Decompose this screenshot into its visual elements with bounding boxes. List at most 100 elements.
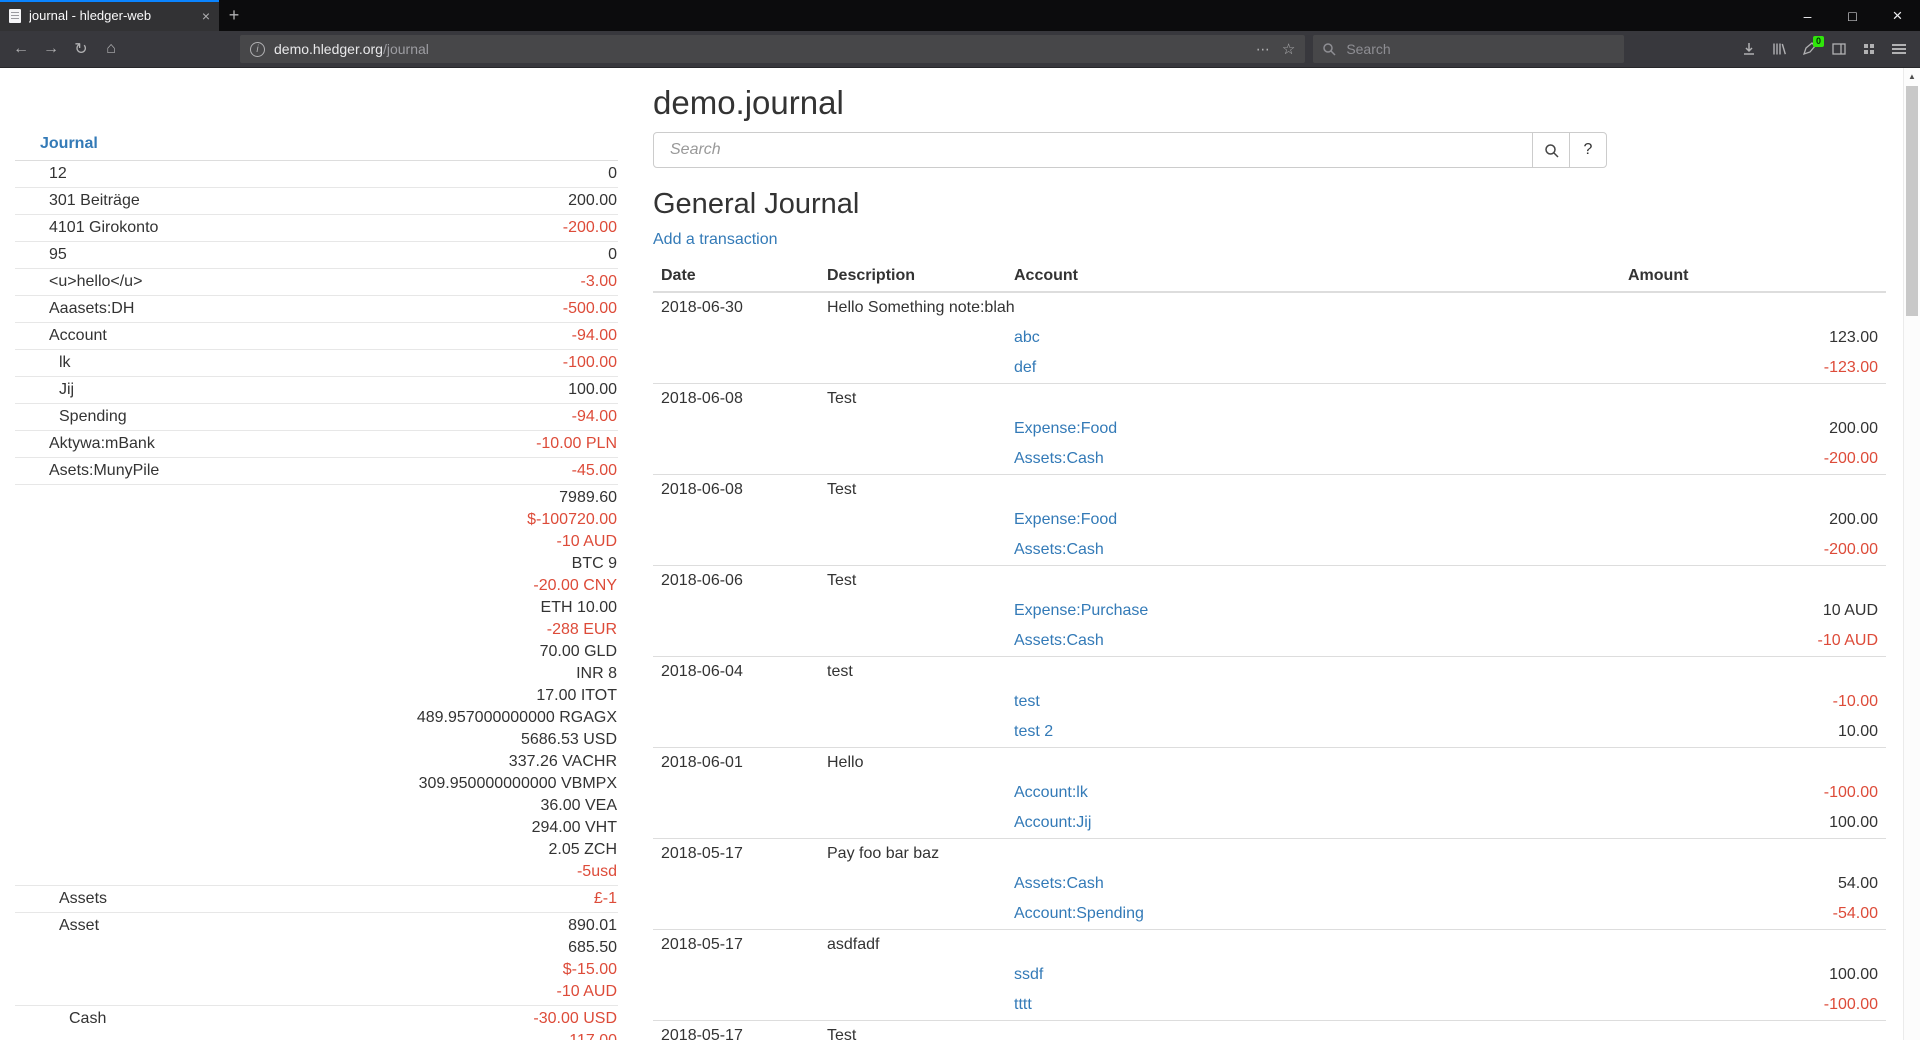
- page-actions-icon[interactable]: ⋯: [1256, 41, 1270, 58]
- account-row[interactable]: <u>hello</u>-3.00: [15, 268, 618, 295]
- balance-amount: ETH 10.00: [417, 597, 617, 619]
- posting-account-link[interactable]: tttt: [1014, 996, 1032, 1013]
- posting-account-link[interactable]: ssdf: [1014, 966, 1043, 983]
- account-name[interactable]: Jij: [15, 379, 568, 401]
- posting-account-link[interactable]: test 2: [1014, 723, 1053, 740]
- account-row[interactable]: Assets£-1: [15, 885, 618, 912]
- account-balance: -10.00 PLN: [536, 433, 618, 455]
- account-row[interactable]: Asset890.01685.50$-15.00-10 AUD: [15, 912, 618, 1005]
- account-name[interactable]: Aaasets:DH: [15, 298, 563, 320]
- page-scrollbar[interactable]: ▲: [1903, 68, 1920, 1040]
- account-row[interactable]: 950: [15, 241, 618, 268]
- account-name[interactable]: 95: [15, 244, 608, 266]
- scrollbar-thumb[interactable]: [1906, 86, 1918, 316]
- posting-account-link[interactable]: Expense:Purchase: [1014, 602, 1148, 619]
- account-row[interactable]: Aaasets:DH-500.00: [15, 295, 618, 322]
- account-row[interactable]: Jij100.00: [15, 376, 618, 403]
- browser-tab[interactable]: journal - hledger-web ×: [0, 0, 219, 31]
- balance-amount: -200.00: [563, 217, 617, 239]
- account-name[interactable]: Cash: [15, 1008, 533, 1030]
- account-row[interactable]: Asets:MunyPile-45.00: [15, 457, 618, 484]
- balance-amount: 2.05 ZCH: [417, 839, 617, 861]
- account-name[interactable]: 4101 Girokonto: [15, 217, 563, 239]
- balance-amount: -288 EUR: [417, 619, 617, 641]
- sidebar-journal-link[interactable]: Journal: [15, 132, 618, 161]
- transaction-row[interactable]: 2018-06-01Hello: [653, 748, 1886, 779]
- journal-search-button[interactable]: [1532, 132, 1570, 168]
- balance-amount: -500.00: [563, 298, 617, 320]
- posting-account-link[interactable]: Account:lk: [1014, 784, 1088, 801]
- page-title: demo.journal: [653, 84, 1886, 122]
- add-transaction-link[interactable]: Add a transaction: [653, 231, 778, 249]
- window-minimize-button[interactable]: –: [1785, 0, 1830, 31]
- account-name[interactable]: Assets: [15, 888, 594, 910]
- new-tab-button[interactable]: +: [219, 0, 249, 31]
- account-row[interactable]: 120: [15, 161, 618, 187]
- search-help-button[interactable]: ?: [1569, 132, 1607, 168]
- extension-pen-icon[interactable]: 0: [1794, 35, 1824, 63]
- balance-amount: INR 8: [417, 663, 617, 685]
- account-balance: £-1: [594, 888, 618, 910]
- account-name[interactable]: Account: [15, 325, 572, 347]
- account-row[interactable]: Spending-94.00: [15, 403, 618, 430]
- reload-button[interactable]: ↻: [66, 35, 96, 63]
- transaction-row[interactable]: 2018-06-08Test: [653, 475, 1886, 506]
- posting-account-link[interactable]: Account:Jij: [1014, 814, 1091, 831]
- posting-account-link[interactable]: Account:Spending: [1014, 905, 1144, 922]
- tab-close-icon[interactable]: ×: [202, 9, 210, 23]
- forward-button[interactable]: →: [36, 35, 66, 63]
- grid-apps-icon[interactable]: [1854, 35, 1884, 63]
- posting-account-link[interactable]: test: [1014, 693, 1040, 710]
- posting-account-link[interactable]: Assets:Cash: [1014, 541, 1104, 558]
- account-name[interactable]: Spending: [15, 406, 572, 428]
- posting-amount: -10 AUD: [1620, 626, 1886, 657]
- account-row[interactable]: lk-100.00: [15, 349, 618, 376]
- account-name[interactable]: lk: [15, 352, 563, 374]
- transaction-row[interactable]: 2018-05-17asdfadf: [653, 930, 1886, 961]
- account-list: 120301 Beiträge200.004101 Girokonto-200.…: [15, 161, 618, 1040]
- transaction-row[interactable]: 2018-06-08Test: [653, 384, 1886, 415]
- posting-account-link[interactable]: Expense:Food: [1014, 420, 1117, 437]
- back-button[interactable]: ←: [6, 35, 36, 63]
- transaction-row[interactable]: 2018-06-30Hello Something note:blah: [653, 292, 1886, 323]
- transaction-row[interactable]: 2018-05-17Pay foo bar baz: [653, 839, 1886, 870]
- tab-bar: journal - hledger-web × + – □ ×: [0, 0, 1920, 31]
- account-name[interactable]: Asets:MunyPile: [15, 460, 572, 482]
- bookmark-star-icon[interactable]: ☆: [1282, 40, 1295, 58]
- posting-account-link[interactable]: def: [1014, 359, 1036, 376]
- page-content: Journal 120301 Beiträge200.004101 Giroko…: [0, 68, 1920, 1040]
- posting-account-link[interactable]: Expense:Food: [1014, 511, 1117, 528]
- account-name[interactable]: Asset: [15, 915, 557, 937]
- home-button[interactable]: ⌂: [96, 35, 126, 63]
- site-info-icon[interactable]: i: [250, 42, 265, 57]
- url-bar[interactable]: i demo.hledger.org/journal ⋯ ☆: [240, 35, 1305, 63]
- account-row[interactable]: 4101 Girokonto-200.00: [15, 214, 618, 241]
- window-close-button[interactable]: ×: [1875, 0, 1920, 31]
- browser-search-bar[interactable]: [1313, 35, 1624, 63]
- account-name[interactable]: 301 Beiträge: [15, 190, 568, 212]
- account-name[interactable]: 12: [15, 163, 608, 185]
- browser-search-input[interactable]: [1344, 40, 1615, 58]
- posting-account-link[interactable]: Assets:Cash: [1014, 875, 1104, 892]
- transaction-row[interactable]: 2018-06-06Test: [653, 566, 1886, 597]
- account-row[interactable]: 301 Beiträge200.00: [15, 187, 618, 214]
- balance-amount: -100.00: [563, 352, 617, 374]
- account-name[interactable]: <u>hello</u>: [15, 271, 581, 293]
- window-maximize-button[interactable]: □: [1830, 0, 1875, 31]
- downloads-icon[interactable]: [1734, 35, 1764, 63]
- library-icon[interactable]: [1764, 35, 1794, 63]
- posting-account-link[interactable]: Assets:Cash: [1014, 632, 1104, 649]
- sidebar-toggle-icon[interactable]: [1824, 35, 1854, 63]
- account-row[interactable]: Cash-30.00 USD-117.00: [15, 1005, 618, 1040]
- transaction-row[interactable]: 2018-06-04test: [653, 657, 1886, 688]
- scrollbar-up-icon[interactable]: ▲: [1904, 68, 1920, 84]
- journal-search-input[interactable]: [653, 132, 1533, 168]
- posting-account-link[interactable]: Assets:Cash: [1014, 450, 1104, 467]
- transaction-row[interactable]: 2018-05-17Test: [653, 1021, 1886, 1040]
- menu-hamburger-icon[interactable]: [1884, 35, 1914, 63]
- account-row[interactable]: Account-94.00: [15, 322, 618, 349]
- account-row[interactable]: 7989.60$-100720.00-10 AUDBTC 9-20.00 CNY…: [15, 484, 618, 885]
- account-name[interactable]: Aktywa:mBank: [15, 433, 536, 455]
- posting-account-link[interactable]: abc: [1014, 329, 1040, 346]
- account-row[interactable]: Aktywa:mBank-10.00 PLN: [15, 430, 618, 457]
